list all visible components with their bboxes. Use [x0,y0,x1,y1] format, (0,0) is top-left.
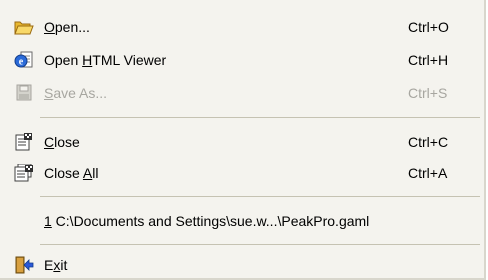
floppy-disk-icon [14,84,34,102]
menu-item-open-html-viewer[interactable]: e Open HTML Viewer Ctrl+H [0,45,484,75]
menu-item-open[interactable]: Open... Ctrl+O [0,12,484,42]
menu-item-close[interactable]: Close Ctrl+C [0,127,484,157]
menu-item-close-shortcut: Ctrl+C [408,134,449,150]
menu-item-close-all[interactable]: Close All Ctrl+A [0,158,484,188]
menu-separator [40,196,480,197]
close-all-documents-icon [14,164,34,182]
menu-item-open-html-viewer-label: Open HTML Viewer [44,52,167,68]
menu-item-open-label: Open... [44,19,90,35]
close-document-icon [14,133,34,151]
menu-item-open-html-viewer-shortcut: Ctrl+H [408,52,449,68]
menu-item-recent-file[interactable]: 1 C:\Documents and Settings\sue.w...\Pea… [0,206,484,236]
svg-text:e: e [19,57,24,68]
menu-item-close-label: Close [44,134,80,150]
menu-separator [40,244,480,245]
menu-item-close-all-shortcut: Ctrl+A [408,165,448,181]
menu-item-save-as-shortcut: Ctrl+S [408,85,448,101]
menu-item-open-shortcut: Ctrl+O [408,19,449,35]
file-menu: Open... Ctrl+O e Open HTML Viewer Ctrl+H [0,0,486,280]
menu-item-exit[interactable]: Exit [0,250,484,280]
recent-file-label: 1 C:\Documents and Settings\sue.w...\Pea… [44,213,370,229]
menu-separator [40,117,480,118]
menu-item-save-as: Save As... Ctrl+S [0,78,484,108]
exit-door-icon [14,256,34,274]
menu-item-save-as-label: Save As... [44,85,108,101]
menu-item-exit-label: Exit [44,257,68,273]
menu-item-close-all-label: Close All [44,165,99,181]
open-folder-icon [14,18,34,36]
html-viewer-icon: e [14,51,34,69]
